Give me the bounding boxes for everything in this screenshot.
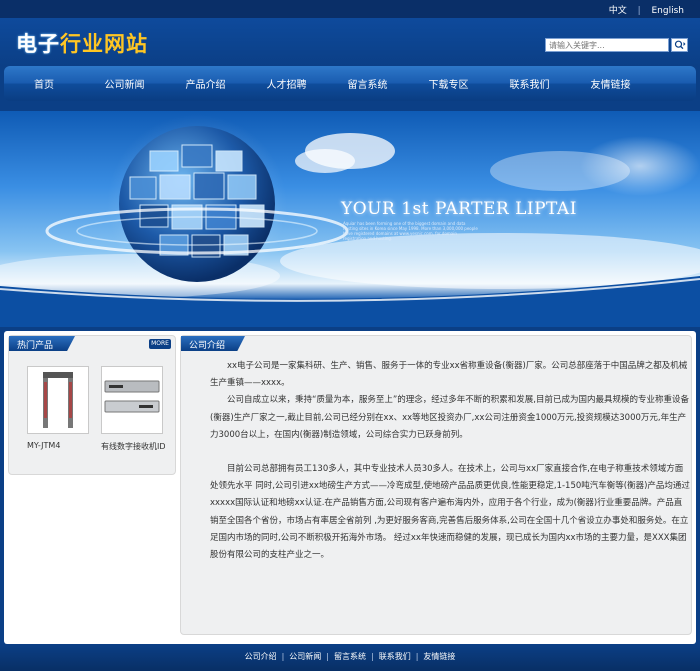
footer-link-contact[interactable]: 联系我们: [379, 652, 411, 661]
nav-item-guestbook[interactable]: 留言系统: [327, 76, 408, 91]
main-content: 热门产品 MORE MY-JTM4 有线数字接收机ID 公司介绍 xx电子公司是…: [4, 331, 696, 644]
lang-separator: |: [637, 6, 641, 16]
logo-part-1: 电子: [16, 32, 60, 56]
metal-detector-gate-image: [43, 372, 73, 428]
nav-item-links[interactable]: 友情链接: [570, 76, 651, 91]
banner-headline: YOUR 1st PARTER LIPTAI: [341, 199, 577, 219]
nav-item-jobs[interactable]: 人才招聘: [246, 76, 327, 91]
intro-paragraph-3: 目前公司总部拥有员工130多人，其中专业技术人员30多人。在技术上，公司与xx厂…: [210, 464, 690, 561]
footer-link-about[interactable]: 公司介绍: [245, 652, 277, 661]
footer-link-friends[interactable]: 友情链接: [423, 652, 455, 661]
product-item[interactable]: MY-JTM4: [27, 366, 91, 450]
product-name[interactable]: MY-JTM4: [27, 441, 91, 450]
footer-separator: |: [415, 652, 419, 661]
magnifier-icon: [674, 40, 685, 50]
language-switcher: 中文 | English: [605, 3, 688, 16]
top-bar: 中文 | English: [0, 0, 700, 18]
product-thumbnail[interactable]: [27, 366, 89, 434]
nav-item-news[interactable]: 公司新闻: [84, 76, 165, 91]
intro-paragraph-1: xx电子公司是一家集科研、生产、销售、服务于一体的专业xx省称重设备(衡器)厂家…: [210, 361, 688, 389]
site-logo[interactable]: 电子行业网站: [16, 28, 148, 58]
footer-separator: |: [371, 652, 374, 661]
lang-english-link[interactable]: English: [652, 6, 685, 16]
nav-item-downloads[interactable]: 下载专区: [408, 76, 489, 91]
more-button[interactable]: MORE: [149, 339, 171, 349]
intro-paragraph-2: 公司自成立以来，秉持“质量为本，服务至上”的理念，经过多年不断的积累和发展,目前…: [210, 395, 690, 440]
company-intro-text: xx电子公司是一家集科研、生产、销售、服务于一体的专业xx省称重设备(衡器)厂家…: [210, 358, 690, 564]
main-nav: 首页 公司新闻 产品介绍 人才招聘 留言系统 下载专区 联系我们 友情链接: [4, 66, 696, 101]
banner-artwork: [0, 114, 700, 327]
nav-item-contact[interactable]: 联系我们: [489, 76, 570, 91]
product-item[interactable]: 有线数字接收机ID: [101, 366, 165, 452]
logo-part-2: 行业网站: [60, 32, 148, 56]
search-button[interactable]: [671, 38, 688, 52]
nav-item-products[interactable]: 产品介绍: [165, 76, 246, 91]
digital-receiver-image: [104, 380, 160, 413]
hero-banner: YOUR 1st PARTER LIPTAI Aquiar has been f…: [0, 111, 700, 327]
site-header: 电子行业网站: [0, 18, 700, 66]
hot-products-title: 热门产品: [9, 336, 75, 351]
banner-caption: Aquiar has been forming one of the bigge…: [343, 221, 478, 241]
product-thumbnail[interactable]: [101, 366, 163, 434]
nav-item-home[interactable]: 首页: [4, 76, 84, 91]
company-intro-panel: 公司介绍 xx电子公司是一家集科研、生产、销售、服务于一体的专业xx省称重设备(…: [180, 335, 692, 635]
hot-products-panel: 热门产品 MORE MY-JTM4 有线数字接收机ID: [8, 335, 176, 475]
footer-separator: |: [281, 652, 285, 661]
search-input[interactable]: [545, 38, 669, 52]
site-footer: 公司介绍 | 公司新闻 | 留言系统 | 联系我们 | 友情链接: [0, 644, 700, 671]
footer-separator: |: [326, 652, 329, 661]
footer-link-news[interactable]: 公司新闻: [289, 652, 321, 661]
lang-chinese-link[interactable]: 中文: [609, 6, 627, 16]
product-name[interactable]: 有线数字接收机ID: [101, 441, 165, 452]
company-intro-title: 公司介绍: [181, 336, 245, 351]
footer-link-guestbook[interactable]: 留言系统: [334, 652, 366, 661]
